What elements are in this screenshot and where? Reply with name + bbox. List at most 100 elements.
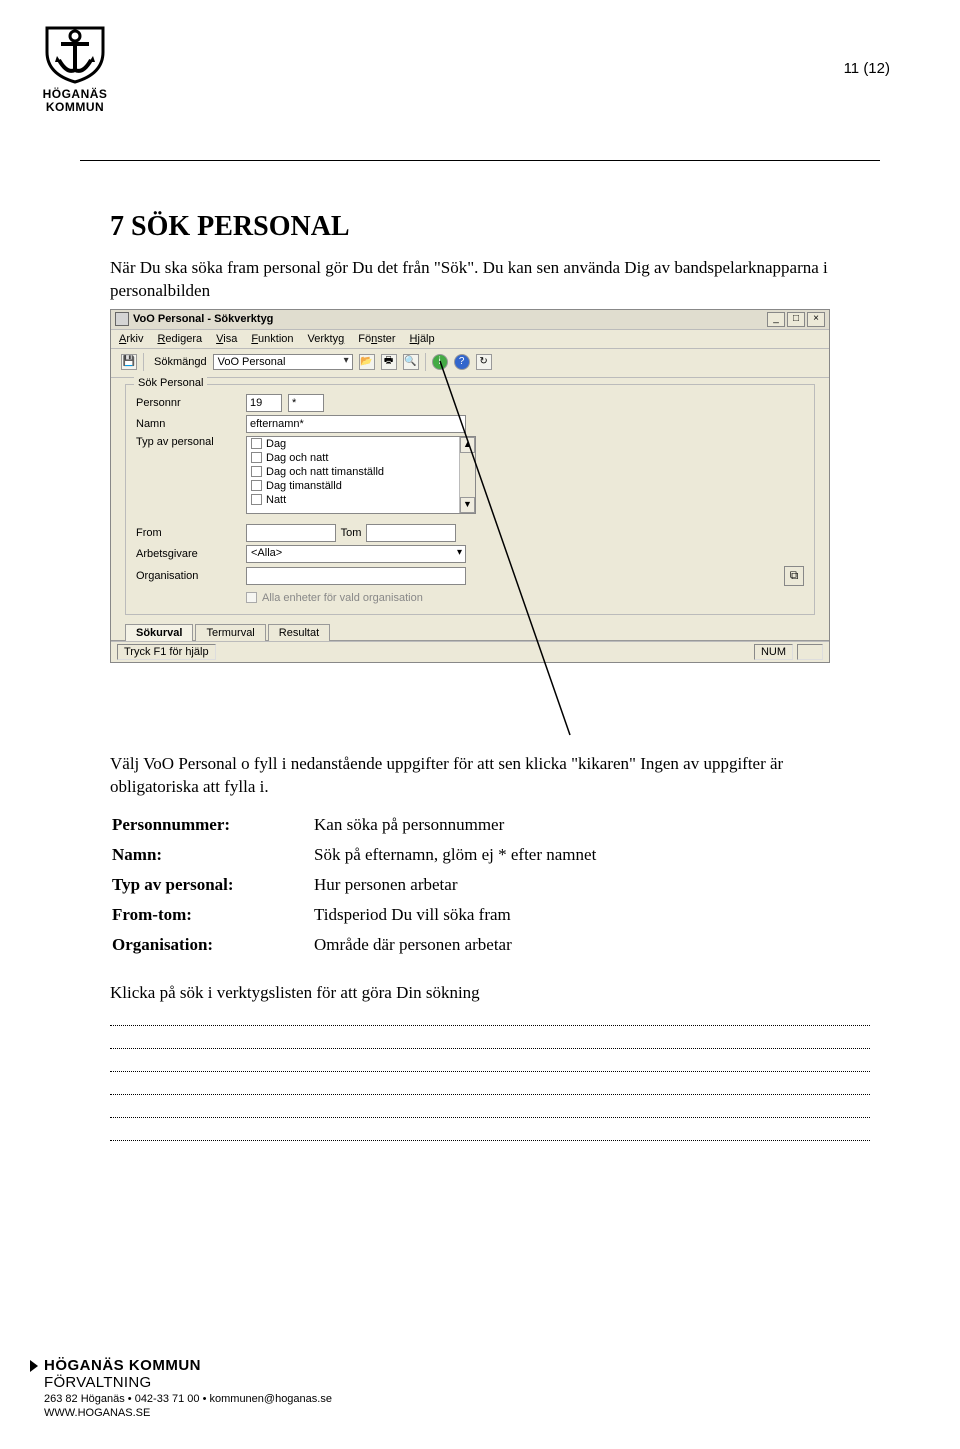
footer-contact: 263 82 Höganäs • 042-33 71 00 • kommunen… [44, 1393, 890, 1405]
def-val: Tidsperiod Du vill söka fram [314, 901, 868, 929]
menu-verktyg[interactable]: Verktyg [308, 333, 345, 345]
namn-input[interactable] [246, 415, 466, 433]
checkbox-disabled-icon [246, 592, 257, 603]
menu-funktion[interactable]: Funktion [251, 333, 293, 345]
tab-sokurval[interactable]: Sökurval [125, 624, 193, 641]
menu-hjalp[interactable]: Hjälp [410, 333, 435, 345]
checkbox-icon[interactable] [251, 466, 262, 477]
tab-resultat[interactable]: Resultat [268, 624, 330, 641]
tab-termurval[interactable]: Termurval [195, 624, 265, 641]
minimize-button[interactable]: _ [767, 312, 785, 327]
tom-input[interactable] [366, 524, 456, 542]
toolbar-sep [143, 353, 144, 371]
checkbox-icon[interactable] [251, 480, 262, 491]
def-key: Namn: [112, 841, 312, 869]
checkbox-icon[interactable] [251, 452, 262, 463]
reload-icon[interactable]: ↻ [476, 354, 492, 370]
dotted-line [110, 1117, 870, 1118]
intro-paragraph: När Du ska söka fram personal gör Du det… [110, 257, 870, 303]
logo-text-2: KOMMUN [30, 101, 120, 114]
def-key: Personnummer: [112, 811, 312, 839]
def-key: From-tom: [112, 901, 312, 929]
tom-label: Tom [336, 527, 366, 539]
footer-url: WWW.HOGANAS.SE [44, 1407, 890, 1419]
all-units-label: Alla enheter för vald organisation [262, 592, 423, 604]
triangle-bullet-icon [30, 1360, 38, 1372]
save-icon[interactable]: 💾 [121, 354, 137, 370]
table-row: Namn:Sök på efternamn, glöm ej * efter n… [112, 841, 868, 869]
list-item: Dag och natt timanställd [247, 465, 475, 479]
dotted-line [110, 1071, 870, 1072]
listbox-scrollbar[interactable]: ▲ ▼ [459, 437, 475, 513]
table-row: From-tom:Tidsperiod Du vill söka fram [112, 901, 868, 929]
dotted-line [110, 1140, 870, 1141]
arbetsgivare-label: Arbetsgivare [136, 548, 246, 560]
status-grip [797, 644, 823, 660]
table-row: Typ av personal:Hur personen arbetar [112, 871, 868, 899]
org-tree-button[interactable]: ⧉ [784, 566, 804, 586]
def-val: Hur personen arbetar [314, 871, 868, 899]
print-icon[interactable]: 🖶 [381, 354, 397, 370]
from-input[interactable] [246, 524, 336, 542]
dotted-line [110, 1094, 870, 1095]
personnr-input-1[interactable] [246, 394, 282, 412]
sokmangd-select[interactable]: VoO Personal [213, 354, 353, 370]
checkbox-icon[interactable] [251, 438, 262, 449]
table-row: Organisation:Område där personen arbetar [112, 931, 868, 959]
dotted-line [110, 1048, 870, 1049]
def-val: Kan söka på personnummer [314, 811, 868, 839]
menubar: Arkiv Redigera Visa Funktion Verktyg Fön… [111, 330, 829, 349]
organisation-input[interactable] [246, 567, 466, 585]
typ-listbox[interactable]: Dag Dag och natt Dag och natt timanställ… [246, 436, 476, 514]
tabs: Sökurval Termurval Resultat [111, 621, 829, 641]
open-icon[interactable]: 📂 [359, 354, 375, 370]
checkbox-icon[interactable] [251, 494, 262, 505]
menu-visa[interactable]: Visa [216, 333, 237, 345]
anchor-shield-icon [43, 20, 107, 84]
dotted-line [110, 1025, 870, 1026]
statusbar: Tryck F1 för hjälp NUM [111, 641, 829, 662]
from-label: From [136, 527, 246, 539]
titlebar: VoO Personal - Sökverktyg _ □ × [111, 310, 829, 330]
screenshot-wrap: VoO Personal - Sökverktyg _ □ × Arkiv Re… [110, 309, 870, 739]
window-title: VoO Personal - Sökverktyg [133, 313, 273, 325]
all-units-row: Alla enheter för vald organisation [246, 592, 804, 604]
help-icon[interactable]: ? [454, 354, 470, 370]
app-window: VoO Personal - Sökverktyg _ □ × Arkiv Re… [110, 309, 830, 663]
status-left: Tryck F1 för hjälp [117, 644, 216, 660]
logo-block: HÖGANÄS KOMMUN [30, 20, 120, 114]
divider-top [80, 160, 880, 161]
footer-dept: FÖRVALTNING [44, 1374, 890, 1391]
instruction: Klicka på sök i verktygslisten för att g… [110, 983, 870, 1003]
def-key: Typ av personal: [112, 871, 312, 899]
app-icon [115, 312, 129, 326]
def-val: Område där personen arbetar [314, 931, 868, 959]
menu-arkiv[interactable]: Arkiv [119, 333, 143, 345]
arbetsgivare-select[interactable]: <Alla> [246, 545, 466, 563]
menu-redigera[interactable]: Redigera [157, 333, 202, 345]
close-button[interactable]: × [807, 312, 825, 327]
info-icon[interactable]: i [432, 354, 448, 370]
heading: 7 SÖK PERSONAL [110, 211, 870, 243]
sok-personal-fieldset: Sök Personal Personnr Namn Typ [125, 384, 815, 615]
personnr-label: Personnr [136, 397, 246, 409]
page-number: 11 (12) [844, 60, 890, 77]
list-item: Dag timanställd [247, 479, 475, 493]
list-item: Dag [247, 437, 475, 451]
organisation-label: Organisation [136, 570, 246, 582]
personnr-input-2[interactable] [288, 394, 324, 412]
typ-label: Typ av personal [136, 436, 246, 448]
scroll-up-icon[interactable]: ▲ [460, 437, 475, 453]
footer-org: HÖGANÄS KOMMUN [44, 1357, 201, 1374]
paragraph-2: Välj VoO Personal o fyll i nedanstående … [110, 753, 870, 799]
status-num: NUM [754, 644, 793, 660]
scroll-down-icon[interactable]: ▼ [460, 497, 475, 513]
namn-label: Namn [136, 418, 246, 430]
search-icon[interactable]: 🔍 [403, 354, 419, 370]
toolbar-sep-2 [425, 353, 426, 371]
menu-fonster[interactable]: Fönster [358, 333, 395, 345]
list-item: Dag och natt [247, 451, 475, 465]
toolbar: 💾 Sökmängd VoO Personal 📂 🖶 🔍 i ? ↻ [111, 349, 829, 378]
definitions-table: Personnummer:Kan söka på personnummer Na… [110, 809, 870, 961]
maximize-button[interactable]: □ [787, 312, 805, 327]
